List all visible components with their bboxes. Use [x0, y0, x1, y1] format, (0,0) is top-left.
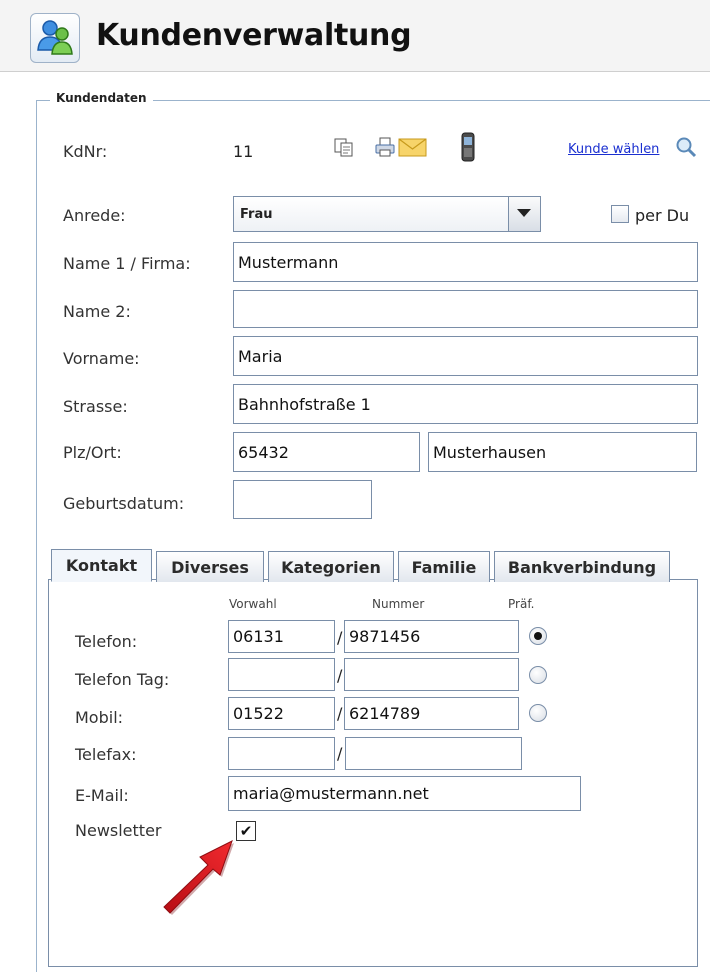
area-code-header: Vorwahl	[229, 597, 277, 611]
kdnr-label: KdNr:	[63, 142, 108, 161]
zip-city-label: Plz/Ort:	[63, 443, 122, 462]
customers-icon	[30, 13, 80, 63]
page-title: Kundenverwaltung	[96, 18, 412, 53]
separator: /	[337, 744, 343, 763]
group-legend: Kundendaten	[50, 91, 153, 105]
phone-preferred-radio[interactable]	[529, 627, 547, 645]
number-header: Nummer	[372, 597, 425, 611]
phone-label: Telefon:	[75, 632, 138, 651]
kdnr-value: 11	[233, 142, 254, 161]
zip-field[interactable]: 65432	[233, 432, 420, 472]
fax-number-field[interactable]	[345, 737, 522, 770]
street-field[interactable]: Bahnhofstraße 1	[233, 384, 698, 424]
per-du-label: per Du	[635, 206, 690, 225]
dropdown-button[interactable]	[508, 197, 540, 231]
mobile-preferred-radio[interactable]	[529, 704, 547, 722]
name2-label: Name 2:	[63, 302, 131, 321]
name2-field[interactable]	[233, 290, 698, 328]
birthdate-label: Geburtsdatum:	[63, 494, 185, 513]
phone-number-field[interactable]: 9871456	[344, 620, 519, 653]
chevron-down-icon	[517, 209, 531, 217]
fax-label: Telefax:	[75, 745, 137, 764]
salutation-label: Anrede:	[63, 206, 126, 225]
copy-icon[interactable]	[333, 136, 355, 158]
separator: /	[337, 666, 343, 685]
phone-area-field[interactable]: 06131	[228, 620, 335, 653]
fax-area-field[interactable]	[228, 737, 335, 770]
name1-label: Name 1 / Firma:	[63, 254, 191, 273]
mobile-label: Mobil:	[75, 708, 124, 727]
tab-categories[interactable]: Kategorien	[268, 551, 394, 582]
daytime-phone-number-field[interactable]	[344, 658, 519, 691]
separator: /	[337, 628, 343, 647]
salutation-value: Frau	[240, 207, 273, 222]
daytime-phone-area-field[interactable]	[228, 658, 335, 691]
tab-bank-details[interactable]: Bankverbindung	[494, 551, 670, 582]
select-customer-link[interactable]: Kunde wählen	[568, 142, 659, 157]
annotation-arrow	[150, 835, 240, 915]
mobile-number-field[interactable]: 6214789	[344, 697, 519, 730]
phone-icon[interactable]	[461, 132, 475, 162]
print-icon[interactable]	[374, 136, 396, 158]
birthdate-field[interactable]	[233, 480, 372, 519]
email-field[interactable]: maria@mustermann.net	[228, 776, 581, 811]
firstname-label: Vorname:	[63, 349, 140, 368]
tab-family[interactable]: Familie	[398, 551, 490, 582]
preferred-header: Präf.	[508, 597, 535, 611]
mobile-area-field[interactable]: 01522	[228, 697, 335, 730]
separator: /	[337, 704, 343, 723]
tab-contact[interactable]: Kontakt	[51, 549, 152, 582]
mail-icon[interactable]	[398, 136, 428, 158]
street-label: Strasse:	[63, 397, 128, 416]
daytime-phone-label: Telefon Tag:	[75, 670, 170, 689]
salutation-select[interactable]: Frau	[233, 196, 541, 232]
email-label: E-Mail:	[75, 786, 129, 805]
daytime-phone-preferred-radio[interactable]	[529, 666, 547, 684]
newsletter-label: Newsletter	[75, 821, 162, 840]
per-du-checkbox[interactable]	[611, 205, 629, 223]
city-field[interactable]: Musterhausen	[428, 432, 697, 472]
firstname-field[interactable]: Maria	[233, 336, 698, 376]
name1-field[interactable]: Mustermann	[233, 242, 698, 282]
tab-misc[interactable]: Diverses	[156, 551, 264, 582]
search-icon[interactable]	[675, 136, 697, 158]
